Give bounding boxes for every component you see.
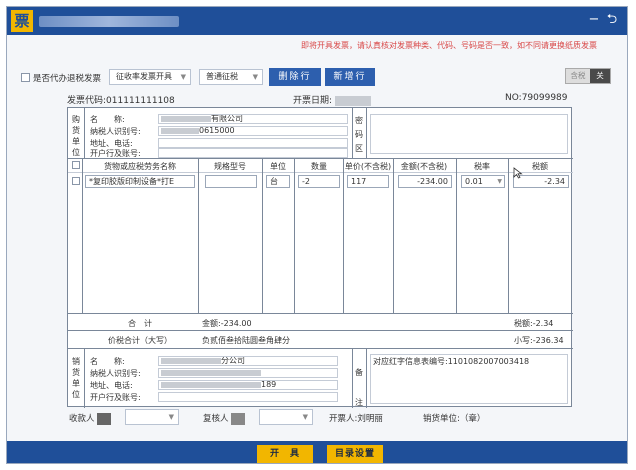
buyer-name-label: 名 称: (90, 115, 125, 124)
catalog-settings-button[interactable]: 目录设置 (327, 445, 383, 463)
tax-inclusive-toggle[interactable]: 含税 关 (565, 68, 611, 84)
tax-rate-select[interactable]: 0.01 ▼ (461, 175, 505, 188)
issue-date: 开票日期: (293, 93, 371, 106)
chevron-down-icon: ▼ (252, 73, 258, 81)
col-header-unit: 单位 (270, 162, 286, 171)
payee-select[interactable]: ▼ (125, 409, 179, 425)
chevron-down-icon: ▼ (180, 73, 186, 81)
seller-seal: 销货单位:（章） (423, 414, 486, 424)
item-spec-cell[interactable] (205, 175, 257, 188)
select-all-checkbox[interactable] (72, 161, 80, 169)
invoice-code-label: 发票代码: (67, 96, 107, 106)
tax-excluded-option[interactable]: 关 (590, 69, 610, 83)
invoice-mode-select[interactable]: 征收率发票开具 ▼ (109, 69, 191, 85)
subtotal-label: 合 计 (128, 319, 152, 328)
mouse-cursor-icon (513, 167, 523, 179)
item-name-cell[interactable]: *复印胶版印制设备*打E (85, 175, 195, 188)
reviewer: 复核人 (203, 412, 246, 425)
issue-invoice-button[interactable]: 开 具 (257, 445, 313, 463)
buyer-bank-field[interactable] (158, 148, 348, 158)
reviewer-select[interactable]: ▼ (259, 409, 313, 425)
invoice-code-value: 011111111108 (106, 96, 175, 106)
invoice-code: 发票代码:011111111108 (67, 93, 175, 106)
issue-date-redacted (334, 95, 371, 106)
item-qty-cell[interactable]: -2 (298, 175, 340, 188)
col-header-name: 货物或应税劳务名称 (104, 162, 176, 171)
seller-name-field[interactable]: 分公司 (158, 356, 338, 366)
tax-included-option[interactable]: 含税 (566, 69, 590, 83)
chevron-down-icon: ▼ (302, 413, 308, 421)
col-header-qty: 数量 (311, 162, 327, 171)
seller-taxid-label: 纳税人识别号: (90, 369, 141, 378)
reverse-tax-checkbox[interactable] (21, 73, 30, 82)
delete-row-button[interactable]: 删除行 (269, 68, 321, 86)
tax-type-value: 普通征税 (206, 72, 238, 81)
col-header-price: 单价(不含税) (344, 162, 392, 171)
item-unit-cell[interactable]: 台 (266, 175, 290, 188)
seller-address-label: 地址、电话: (90, 381, 133, 390)
row-checkbox[interactable] (72, 177, 80, 185)
invoice-number: NO:79099989 (505, 93, 568, 103)
app-logo-icon: 票 (11, 10, 33, 32)
chevron-down-icon: ▼ (497, 178, 502, 185)
remark-label: 备注 (355, 368, 363, 407)
bottom-bar: 开 具 目录设置 (7, 441, 627, 463)
tax-type-select[interactable]: 普通征税 ▼ (199, 69, 263, 85)
warning-hint: 即将开具发票，请认真核对发票种类、代码、号码是否一致，如不同请更换纸质发票 (301, 41, 597, 50)
invoice-no-label: NO: (505, 93, 522, 103)
seller-bank-label: 开户行及账号: (90, 393, 141, 402)
payee-redacted (97, 412, 112, 425)
reviewer-label: 复核人 (203, 414, 229, 424)
buyer-name-field[interactable]: 有限公司 (158, 114, 348, 124)
seller-address-field[interactable]: 189 (158, 380, 338, 390)
col-header-amount: 金额(不含税) (400, 162, 448, 171)
cipher-area-label: 密码区 (355, 116, 363, 153)
title-bar: 票 − ⮌ (7, 7, 627, 35)
item-amount-cell[interactable]: -234.00 (398, 175, 452, 188)
chevron-down-icon: ▼ (168, 413, 174, 421)
invoice-mode-value: 征收率发票开具 (116, 72, 172, 81)
amount-total: 金额:-234.00 (202, 319, 252, 328)
seller-side-label: 销货单位 (72, 357, 80, 399)
col-header-spec: 规格型号 (214, 162, 246, 171)
buyer-taxid-field[interactable]: 0615000 (158, 126, 348, 136)
window-title-redacted (39, 16, 179, 27)
toolbar: 是否代办退税发票 征收率发票开具 ▼ 普通征税 ▼ 删除行 新增行 含税 关 (7, 65, 627, 87)
remark-field[interactable]: 对应红字信息表编号:1101082007003418 (370, 354, 568, 404)
minimize-icon[interactable]: − (587, 12, 601, 28)
tax-total: 税额:-2.34 (514, 319, 554, 328)
cipher-area (370, 114, 568, 154)
buyer-address-field[interactable] (158, 138, 348, 148)
grand-total-label: 价税合计（大写） (108, 336, 172, 345)
grand-total-lower: 小写:-236.34 (514, 336, 564, 345)
invoice-no-value: 79099989 (521, 93, 568, 103)
reviewer-redacted (231, 412, 246, 425)
issue-date-label: 开票日期: (293, 96, 333, 106)
back-icon[interactable]: ⮌ (605, 12, 619, 28)
drawer: 开票人:刘明丽 (329, 414, 383, 424)
col-header-tax-rate: 税率 (474, 162, 490, 171)
seller-name-label: 名 称: (90, 357, 125, 366)
grand-total-upper: 负贰佰叁拾陆圆叁角肆分 (202, 336, 290, 345)
item-price-cell[interactable]: 117 (347, 175, 389, 188)
payee-label: 收款人 (69, 414, 95, 424)
payee: 收款人 (69, 412, 112, 425)
buyer-side-label: 购货单位 (72, 115, 80, 157)
seller-taxid-field[interactable] (158, 368, 338, 378)
reverse-tax-label: 是否代办退税发票 (33, 74, 102, 84)
seller-bank-field[interactable] (158, 392, 338, 402)
tax-rate-value: 0.01 (465, 177, 483, 186)
invoice-app-window: 票 − ⮌ 即将开具发票，请认真核对发票种类、代码、号码是否一致，如不同请更换纸… (6, 6, 628, 464)
buyer-taxid-label: 纳税人识别号: (90, 127, 141, 136)
add-row-button[interactable]: 新增行 (325, 68, 375, 86)
invoice-form: 购货单位 名 称: 有限公司 纳税人识别号: 0615000 地址、电话: 开户… (67, 107, 573, 408)
